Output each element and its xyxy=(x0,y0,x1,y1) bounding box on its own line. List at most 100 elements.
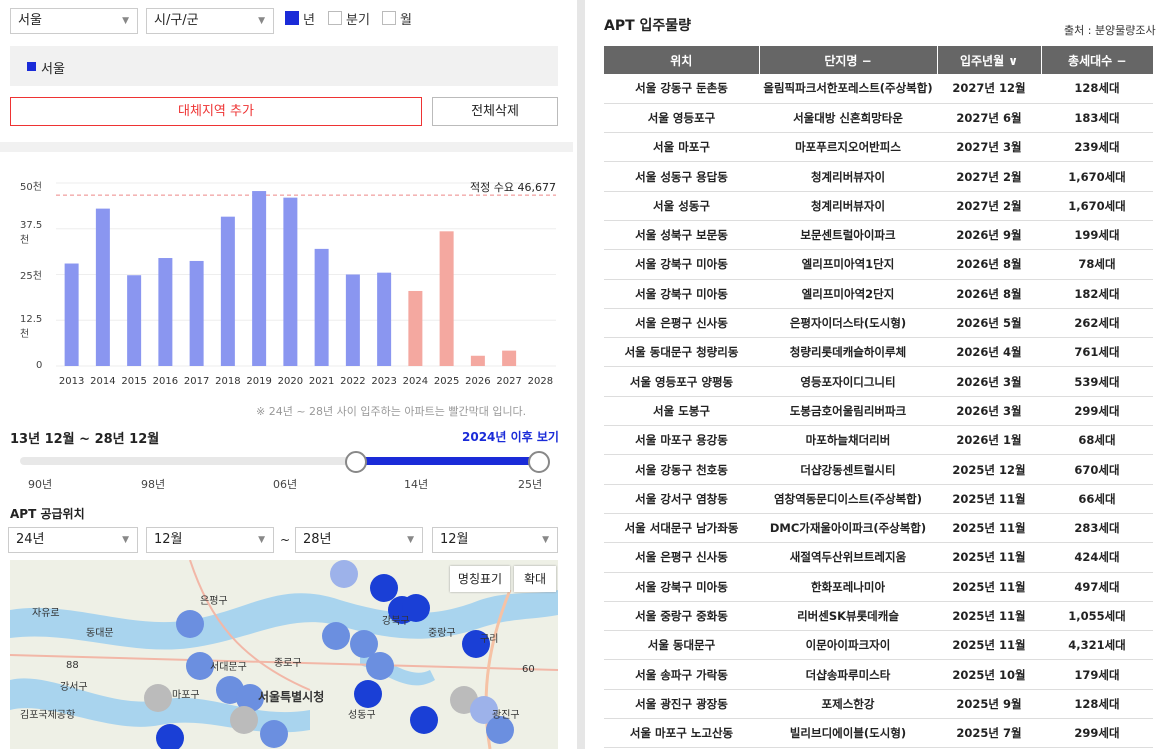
map-label: 60 xyxy=(522,664,535,675)
name-toggle-button[interactable]: 명칭표기 xyxy=(450,566,510,592)
map-pin-icon[interactable] xyxy=(330,560,358,588)
map-label: 성동구 xyxy=(348,710,376,721)
x-tick-label: 2026 xyxy=(465,376,490,387)
table-row[interactable]: 서울 광진구 광장동 포제스한강 2025년 9월 128세대 xyxy=(604,689,1153,720)
chart-bar[interactable] xyxy=(283,197,298,366)
table-source: 출처 : 분양물량조사 xyxy=(1064,24,1156,37)
table-row[interactable]: 서울 동대문구 청량리동 청량리롯데캐슬하이루체 2026년 4월 761세대 xyxy=(604,337,1153,368)
table-row[interactable]: 서울 은평구 신사동 은평자이더스타(도시형) 2026년 5월 262세대 xyxy=(604,308,1153,339)
map-label: 동대문 xyxy=(86,628,114,639)
after-2024-link[interactable]: 2024년 이후 보기 xyxy=(462,428,559,445)
column-header-complex[interactable]: 단지명 − xyxy=(759,46,938,74)
x-tick-label: 2014 xyxy=(90,376,115,387)
cell-move-in: 2027년 3월 xyxy=(937,132,1041,163)
chart-bar[interactable] xyxy=(314,248,329,366)
chart-bar[interactable] xyxy=(470,355,485,366)
chart-bar[interactable] xyxy=(345,274,360,367)
table-row[interactable]: 서울 마포구 마포푸르지오어반피스 2027년 3월 239세대 xyxy=(604,132,1153,163)
map-pin-icon[interactable] xyxy=(260,720,288,748)
chart-bar[interactable] xyxy=(189,260,204,366)
table-row[interactable]: 서울 강동구 둔촌동 올림픽파크서한포레스트(주상복합) 2027년 12월 128세… xyxy=(604,74,1153,104)
x-tick-label: 2021 xyxy=(309,376,334,387)
table-row[interactable]: 서울 서대문구 남가좌동 DMC가재울아이파크(주상복합) 2025년 11월 283… xyxy=(604,513,1153,544)
table-row[interactable]: 서울 성북구 보문동 보문센트럴아이파크 2026년 9월 199세대 xyxy=(604,220,1153,251)
cell-move-in: 2026년 1월 xyxy=(937,425,1041,456)
table-row[interactable]: 서울 중랑구 중화동 리버센SK뷰롯데캐슬 2025년 11월 1,055세대 xyxy=(604,601,1153,632)
chart-bar[interactable] xyxy=(95,208,110,366)
column-header-units[interactable]: 총세대수 − xyxy=(1041,46,1153,74)
table-row[interactable]: 서울 마포구 노고산동 빌리브디에이블(도시형) 2025년 7월 299세대 xyxy=(604,718,1153,749)
chart-bar[interactable] xyxy=(408,290,423,366)
chart-bar[interactable] xyxy=(439,231,454,366)
cell-complex: 엘리프미아역1단지 xyxy=(759,249,937,280)
period-year-label: 년 xyxy=(303,13,315,28)
cell-location: 서울 강동구 천호동 xyxy=(604,454,759,485)
chart-bar[interactable] xyxy=(158,258,173,366)
chevron-down-icon: ▼ xyxy=(407,535,414,545)
chart-bar[interactable] xyxy=(64,263,79,366)
district-select[interactable]: 시/구/군 ▼ xyxy=(146,8,274,34)
cell-location: 서울 광진구 광장동 xyxy=(604,689,759,720)
map-pin-icon[interactable] xyxy=(410,706,438,734)
cell-units: 1,670세대 xyxy=(1041,161,1153,192)
cell-move-in: 2027년 2월 xyxy=(937,191,1041,221)
add-region-button[interactable]: 대체지역 추가 xyxy=(10,97,422,126)
range-tick: 90년 xyxy=(28,478,53,491)
map-pin-icon[interactable] xyxy=(156,724,184,749)
cell-complex: 엘리프미아역2단지 xyxy=(759,279,937,309)
cell-complex: 더샵송파루미스타 xyxy=(759,659,937,690)
range-start-handle[interactable] xyxy=(345,451,367,473)
chart-bar[interactable] xyxy=(502,350,517,366)
zoom-button[interactable]: 확대 xyxy=(514,566,556,592)
map-pin-icon[interactable] xyxy=(354,680,382,708)
table-row[interactable]: 서울 송파구 가락동 더샵송파루미스타 2025년 10월 179세대 xyxy=(604,659,1153,690)
chart-bar[interactable] xyxy=(252,191,267,366)
from-year-select[interactable]: 24년 ▼ xyxy=(8,527,138,553)
chart-note: ※ 24년 ~ 28년 사이 입주하는 아파트는 빨간막대 입니다. xyxy=(256,405,527,418)
map-pin-icon[interactable] xyxy=(230,706,258,734)
cell-complex: 마포하늘채더리버 xyxy=(759,425,937,456)
map-label: 마포구 xyxy=(172,690,200,701)
cell-units: 539세대 xyxy=(1041,366,1153,397)
table-row[interactable]: 서울 도봉구 도봉금호어울림리버파크 2026년 3월 299세대 xyxy=(604,396,1153,427)
table-row[interactable]: 서울 강동구 천호동 더샵강동센트럴시티 2025년 12월 670세대 xyxy=(604,454,1153,485)
map-pin-icon[interactable] xyxy=(366,652,394,680)
range-tilde: ~ xyxy=(280,533,291,547)
table-row[interactable]: 서울 은평구 신사동 새절역두산위브트레지움 2025년 11월 424세대 xyxy=(604,542,1153,573)
column-header-move-in[interactable]: 입주년월 ∨ xyxy=(937,46,1042,74)
period-month-checkbox[interactable] xyxy=(382,11,396,25)
from-month-select[interactable]: 12월 ▼ xyxy=(146,527,274,553)
table-row[interactable]: 서울 마포구 용강동 마포하늘채더리버 2026년 1월 68세대 xyxy=(604,425,1153,456)
chevron-down-icon: ▼ xyxy=(258,535,265,545)
cell-units: 183세대 xyxy=(1041,103,1153,134)
chart-bar[interactable] xyxy=(127,275,142,366)
table-row[interactable]: 서울 강서구 염창동 염창역동문디이스트(주상복합) 2025년 11월 66세대 xyxy=(604,484,1153,514)
map-pin-icon[interactable] xyxy=(144,684,172,712)
table-row[interactable]: 서울 성동구 청계리버뷰자이 2027년 2월 1,670세대 xyxy=(604,191,1153,221)
cell-complex: 포제스한강 xyxy=(759,689,937,720)
table-row[interactable]: 서울 영등포구 양평동 영등포자이디그니티 2026년 3월 539세대 xyxy=(604,366,1153,397)
chart-bar[interactable] xyxy=(377,272,392,366)
table-row[interactable]: 서울 동대문구 이문아이파크자이 2025년 11월 4,321세대 xyxy=(604,630,1153,661)
cell-move-in: 2025년 12월 xyxy=(937,454,1041,485)
table-row[interactable]: 서울 강북구 미아동 한화포레나미아 2025년 11월 497세대 xyxy=(604,572,1153,602)
region-select[interactable]: 서울 ▼ xyxy=(10,8,138,34)
cell-complex: 청량리롯데캐슬하이루체 xyxy=(759,337,937,368)
range-end-handle[interactable] xyxy=(528,451,550,473)
delete-all-button[interactable]: 전체삭제 xyxy=(432,97,558,126)
table-row[interactable]: 서울 강북구 미아동 엘리프미아역1단지 2026년 8월 78세대 xyxy=(604,249,1153,280)
x-tick-label: 2028 xyxy=(528,376,553,387)
period-year-checkbox[interactable] xyxy=(285,11,299,25)
map-pin-icon[interactable] xyxy=(176,610,204,638)
map-pin-icon[interactable] xyxy=(322,622,350,650)
table-row[interactable]: 서울 강북구 미아동 엘리프미아역2단지 2026년 8월 182세대 xyxy=(604,279,1153,309)
to-year-select[interactable]: 28년 ▼ xyxy=(295,527,423,553)
table-header-row: 위치 단지명 − 입주년월 ∨ 총세대수 − xyxy=(604,46,1153,74)
chart-bar[interactable] xyxy=(220,216,235,366)
to-month-select[interactable]: 12월 ▼ xyxy=(432,527,558,553)
panel-scrollbar[interactable] xyxy=(577,0,585,749)
period-quarter-checkbox[interactable] xyxy=(328,11,342,25)
table-row[interactable]: 서울 성동구 용답동 청계리버뷰자이 2027년 2월 1,670세대 xyxy=(604,161,1153,192)
table-row[interactable]: 서울 영등포구 서울대방 신혼희망타운 2027년 6월 183세대 xyxy=(604,103,1153,134)
column-header-location: 위치 xyxy=(604,46,760,74)
